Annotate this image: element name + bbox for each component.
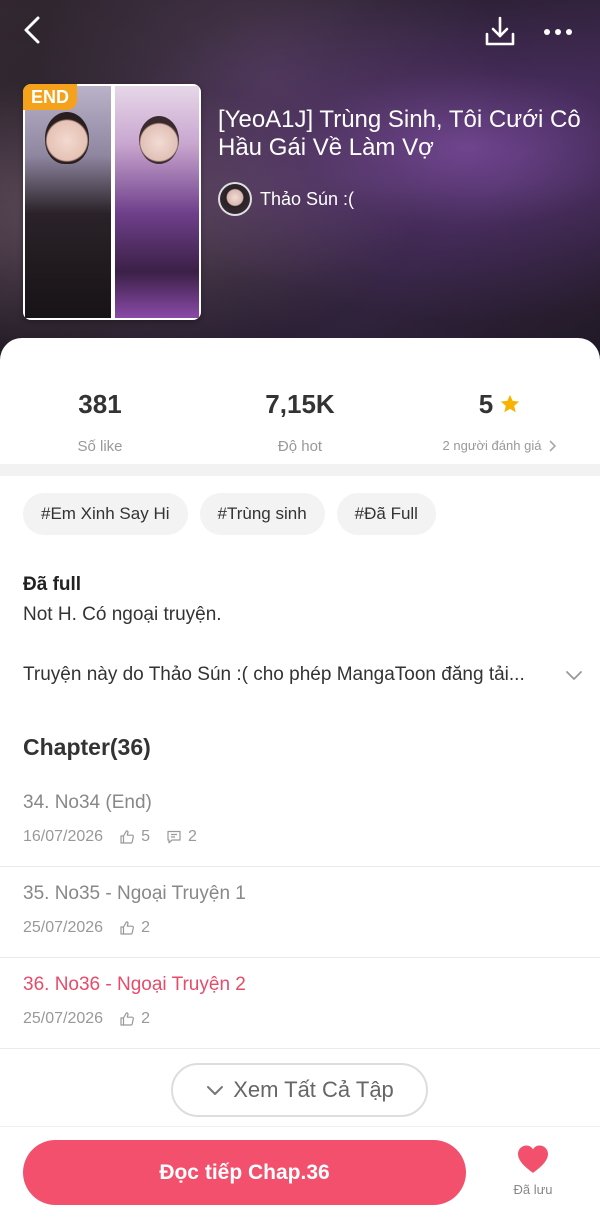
view-all-label: Xem Tất Cả Tập xyxy=(233,1077,394,1102)
chapter-likes: 5 xyxy=(141,828,150,845)
rating-label: 2 người đánh giá xyxy=(442,438,542,453)
download-icon xyxy=(485,16,515,46)
chevron-down-icon xyxy=(207,1086,224,1095)
stat-hot: 7,15K Độ hot xyxy=(200,386,400,455)
chapter-list: 34. No34 (End) 16/07/2026 5 2 35. No35 -… xyxy=(0,776,600,1049)
chapter-name-current: 36. No36 - Ngoại Truyện 2 xyxy=(23,974,246,995)
chapter-name: 34. No34 (End) xyxy=(23,792,152,813)
cover-right-panel xyxy=(115,86,199,318)
rating-value-row: 5 xyxy=(400,386,600,422)
heart-icon xyxy=(518,1145,548,1173)
more-button[interactable] xyxy=(540,14,576,50)
likes-count: 381 xyxy=(78,389,122,419)
chapter-date: 25/07/2026 xyxy=(23,919,104,936)
description: Đã full Not H. Có ngoại truyện. Truyện n… xyxy=(23,572,583,685)
back-button[interactable] xyxy=(18,14,50,46)
hot-count: 7,15K xyxy=(265,389,335,419)
chapter-row[interactable]: 35. No35 - Ngoại Truyện 1 25/07/2026 2 xyxy=(0,867,600,958)
star-icon xyxy=(501,394,520,413)
author-name[interactable]: Thảo Sún :( xyxy=(260,189,354,210)
author-row[interactable]: Thảo Sún :( xyxy=(218,182,354,216)
chapter-meta: 25/07/2026 2 xyxy=(23,1010,166,1028)
thumbs-up-icon xyxy=(120,921,135,935)
chevron-down-icon[interactable] xyxy=(565,666,583,684)
more-icon xyxy=(544,29,572,35)
thumbs-up-icon xyxy=(120,830,135,844)
view-all-chapters-button[interactable]: Xem Tất Cả Tập xyxy=(171,1063,428,1117)
likes-label: Số like xyxy=(77,438,123,455)
tag-item[interactable]: #Đã Full xyxy=(336,493,436,535)
rating-count-row[interactable]: 2 người đánh giá xyxy=(400,438,600,453)
save-button[interactable]: Đã lưu xyxy=(500,1144,566,1197)
description-heading: Đã full xyxy=(23,574,82,595)
tag-item[interactable]: #Trùng sinh xyxy=(199,493,325,535)
comment-icon xyxy=(167,830,181,844)
tag-list: #Em Xinh Say Hi #Trùng sinh #Đã Full xyxy=(23,493,436,535)
saved-label: Đã lưu xyxy=(513,1182,553,1197)
story-title: [YeoA1J] Trùng Sinh, Tôi Cưới Cô Hầu Gái… xyxy=(218,106,581,161)
header: END [YeoA1J] Trùng Sinh, Tôi Cưới Cô Hầu… xyxy=(0,0,600,370)
cover-left-panel xyxy=(25,86,111,318)
chapter-row[interactable]: 36. No36 - Ngoại Truyện 2 25/07/2026 2 xyxy=(0,958,600,1049)
description-line: Not H. Có ngoại truyện. xyxy=(23,604,222,625)
rating-value: 5 xyxy=(478,389,494,419)
chapter-row[interactable]: 34. No34 (End) 16/07/2026 5 2 xyxy=(0,776,600,867)
section-divider xyxy=(0,464,600,476)
content-panel: 381 Số like 7,15K Độ hot 5 2 người đánh … xyxy=(0,338,600,1219)
stat-rating[interactable]: 5 2 người đánh giá xyxy=(400,386,600,453)
download-button[interactable] xyxy=(482,14,518,50)
description-line: Truyện này do Thảo Sún :( cho phép Manga… xyxy=(23,664,525,685)
chapter-comments: 2 xyxy=(187,828,197,845)
chapter-heading: Chapter(36) xyxy=(23,734,151,760)
chapter-likes: 2 xyxy=(141,919,150,936)
back-icon xyxy=(24,16,40,44)
description-expand[interactable]: Truyện này do Thảo Sún :( cho phép Manga… xyxy=(23,664,583,686)
end-badge: END xyxy=(23,84,77,110)
tag-item[interactable]: #Em Xinh Say Hi xyxy=(23,493,188,535)
chapter-meta: 16/07/2026 5 2 xyxy=(23,828,213,846)
chevron-right-icon xyxy=(549,439,557,452)
chapter-date: 25/07/2026 xyxy=(23,1010,104,1027)
chapter-likes: 2 xyxy=(141,1010,150,1027)
bottom-divider xyxy=(0,1126,600,1127)
hot-label: Độ hot xyxy=(277,438,323,455)
continue-reading-button[interactable]: Đọc tiếp Chap.36 xyxy=(23,1140,466,1205)
stat-likes: 381 Số like xyxy=(0,386,200,455)
cover-image[interactable]: END xyxy=(23,84,201,320)
stats-row: 381 Số like 7,15K Độ hot 5 2 người đánh … xyxy=(0,386,600,466)
thumbs-up-icon xyxy=(120,1012,135,1026)
chapter-date: 16/07/2026 xyxy=(23,828,104,845)
author-avatar[interactable] xyxy=(218,182,252,216)
chapter-meta: 25/07/2026 2 xyxy=(23,919,166,937)
chapter-name: 35. No35 - Ngoại Truyện 1 xyxy=(23,883,246,904)
